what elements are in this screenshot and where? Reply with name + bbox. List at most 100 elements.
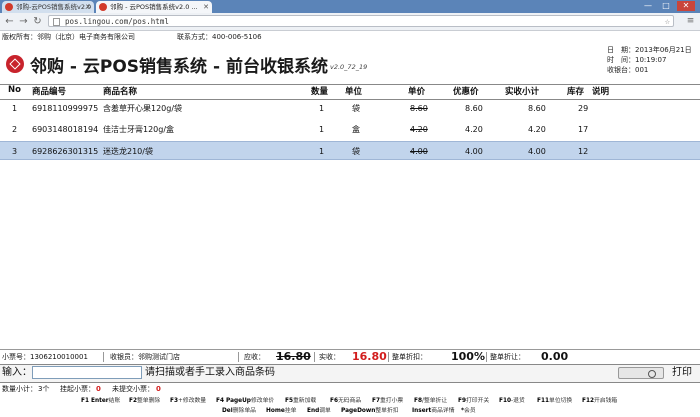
divider [388, 352, 389, 362]
site-favicon-icon [99, 3, 107, 11]
table-row[interactable]: 2 6903148018194 佳洁士牙膏120g/盒 1 盒 4.20 4.2… [0, 120, 700, 139]
summary-line: 数量小计： 3个 挂起小票： 0 未提交小票： 0 [0, 383, 700, 395]
url-text: pos.lingou.com/pos.html [65, 17, 169, 26]
shortcut-item: *会员 [461, 408, 476, 414]
copyright-text: 版权所有：邻购（北京）电子商务有限公司 [2, 33, 135, 41]
cell-code: 6903148018194 [32, 125, 99, 134]
paid-label: 实收： [319, 353, 340, 361]
shortcut-item: Insert商品详情 [412, 408, 455, 414]
col-promo: 优惠价 [453, 87, 479, 97]
cell-promo: 8.60 [465, 104, 483, 113]
cell-qty: 1 [319, 147, 325, 156]
shortcut-item: Home挂单 [266, 408, 297, 414]
store-name: 收银员：邻购测试门店 [110, 353, 180, 361]
register-text: 收银台：001 [607, 66, 649, 74]
shortcut-item: F8/整单折让 [414, 398, 448, 404]
cell-unit: 袋 [352, 104, 360, 113]
col-code: 商品编号 [32, 87, 67, 97]
cell-stock: 12 [578, 147, 589, 156]
cell-promo: 4.20 [465, 125, 483, 134]
divider [486, 352, 487, 362]
input-bar: 输入： 请扫描或者手工录入商品条码 打印 [0, 364, 700, 383]
table-row[interactable]: 1 6918110999975 含羞草开心果120g/袋 1 袋 8.60 8.… [0, 99, 700, 118]
session-info: 日 期：2013年06月21日 时 间：10:19:07 收银台：001 [607, 45, 699, 75]
cell-stock: 29 [578, 104, 589, 113]
url-field[interactable]: pos.lingou.com/pos.html ☆ [48, 15, 674, 27]
col-price: 单价 [408, 87, 426, 97]
cell-subtotal: 4.20 [528, 125, 546, 134]
hang-label: 挂起小票： [60, 385, 95, 393]
col-subtotal: 实收小计 [505, 87, 540, 97]
shortcut-item: F4 PageUp修改单价 [216, 398, 275, 404]
maximize-icon[interactable]: □ [659, 1, 673, 11]
back-icon[interactable]: ← [3, 15, 16, 28]
input-label: 输入： [2, 367, 32, 378]
shortcut-item: F2整单删除 [129, 398, 161, 404]
col-no: No [8, 85, 21, 95]
col-unit: 单位 [345, 87, 363, 97]
bookmark-star-icon[interactable]: ☆ [665, 16, 670, 28]
col-note: 说明 [592, 87, 610, 97]
shortcut-item: F7重打小票 [372, 398, 404, 404]
discount-label: 整单折扣： [392, 353, 427, 361]
reload-icon[interactable]: ↻ [31, 15, 44, 28]
cell-no: 3 [12, 147, 18, 156]
cell-code: 6918110999975 [32, 104, 99, 113]
shortcut-item: F6无码商品 [330, 398, 362, 404]
time-text: 时 间：10:19:07 [607, 56, 667, 64]
forward-icon[interactable]: → [17, 15, 30, 28]
barcode-input[interactable] [32, 366, 142, 379]
print-label[interactable]: 打印 [672, 366, 692, 380]
col-qty: 数量 [311, 87, 329, 97]
col-stock: 库存 [567, 87, 585, 97]
app-header: 邻购 - 云POS销售系统 - 前台收银系统 v2.0_72_19 日 期：20… [0, 44, 700, 84]
shortcut-item: Del删除单品 [222, 408, 256, 414]
reduce-label: 整单折让： [490, 353, 525, 361]
divider [238, 352, 239, 362]
tab-label: 邻购-云POS销售系统v2.0 [16, 3, 92, 11]
table-row-selected[interactable]: 3 6928626301315 迷迭龙210/袋 1 袋 4.00 4.00 4… [0, 141, 700, 160]
shortcut-item: F10-退货 [499, 398, 525, 404]
info-line: 版权所有：邻购（北京）电子商务有限公司 联系方式：400-006-5106 [0, 31, 700, 44]
print-toggle[interactable] [618, 367, 664, 379]
status-bar: 小票号：1306210010001 收银员：邻购测试门店 应收： 16.80 实… [0, 349, 700, 364]
table-header: No 商品编号 商品名称 数量 单位 单价 优惠价 实收小计 库存 说明 [0, 84, 700, 100]
cell-stock: 17 [578, 125, 589, 134]
cell-name: 佳洁士牙膏120g/盒 [103, 125, 175, 134]
table-body: 1 6918110999975 含羞草开心果120g/袋 1 袋 8.60 8.… [0, 99, 700, 357]
browser-tab-bar: 邻购-云POS销售系统v2.0 ✕ 邻购 - 云POS销售系统v2.0 ... … [0, 0, 700, 13]
close-tab-icon[interactable]: ✕ [203, 1, 209, 13]
browser-tab-2[interactable]: 邻购 - 云POS销售系统v2.0 ... ✕ [96, 1, 212, 13]
browser-tab-1[interactable]: 邻购-云POS销售系统v2.0 ✕ [2, 1, 94, 13]
cell-name: 迷迭龙210/袋 [103, 147, 153, 156]
cell-qty: 1 [319, 104, 325, 113]
close-window-icon[interactable]: ✕ [677, 1, 695, 11]
cell-subtotal: 4.00 [528, 147, 546, 156]
divider [314, 352, 315, 362]
shortcut-item: F11单位切换 [537, 398, 573, 404]
shortcut-item: F5重新加载 [285, 398, 317, 404]
due-label: 应收： [244, 353, 265, 361]
toggle-knob-icon [648, 370, 656, 378]
shortcut-item: PageDown整单折扣 [341, 408, 399, 414]
reduce-value: 0.00 [541, 350, 569, 363]
version-label: v2.0_72_19 [330, 63, 368, 71]
shortcut-item: F3+修改数量 [170, 398, 207, 404]
unsettled-label: 未提交小票： [112, 385, 154, 393]
cell-promo: 4.00 [465, 147, 483, 156]
close-tab-icon[interactable]: ✕ [85, 1, 91, 13]
cell-no: 2 [12, 125, 18, 134]
col-name: 商品名称 [103, 87, 138, 97]
logo-icon [6, 55, 24, 73]
shortcut-item: F12开启钱箱 [582, 398, 618, 404]
cell-code: 6928626301315 [32, 147, 99, 156]
count-value: 3个 [38, 385, 50, 393]
receipt-number: 小票号：1306210010001 [2, 353, 88, 361]
shortcut-bar: F1 Enter结账 F2整单删除 F3+修改数量 F4 PageUp修改单价 … [0, 397, 700, 417]
cell-unit: 盒 [352, 125, 360, 134]
cell-price: 4.20 [410, 125, 428, 134]
menu-icon[interactable]: ≡ [684, 15, 697, 28]
contact-text: 联系方式：400-006-5106 [177, 33, 262, 41]
input-hint: 请扫描或者手工录入商品条码 [145, 367, 275, 378]
minimize-icon[interactable]: — [641, 1, 655, 11]
